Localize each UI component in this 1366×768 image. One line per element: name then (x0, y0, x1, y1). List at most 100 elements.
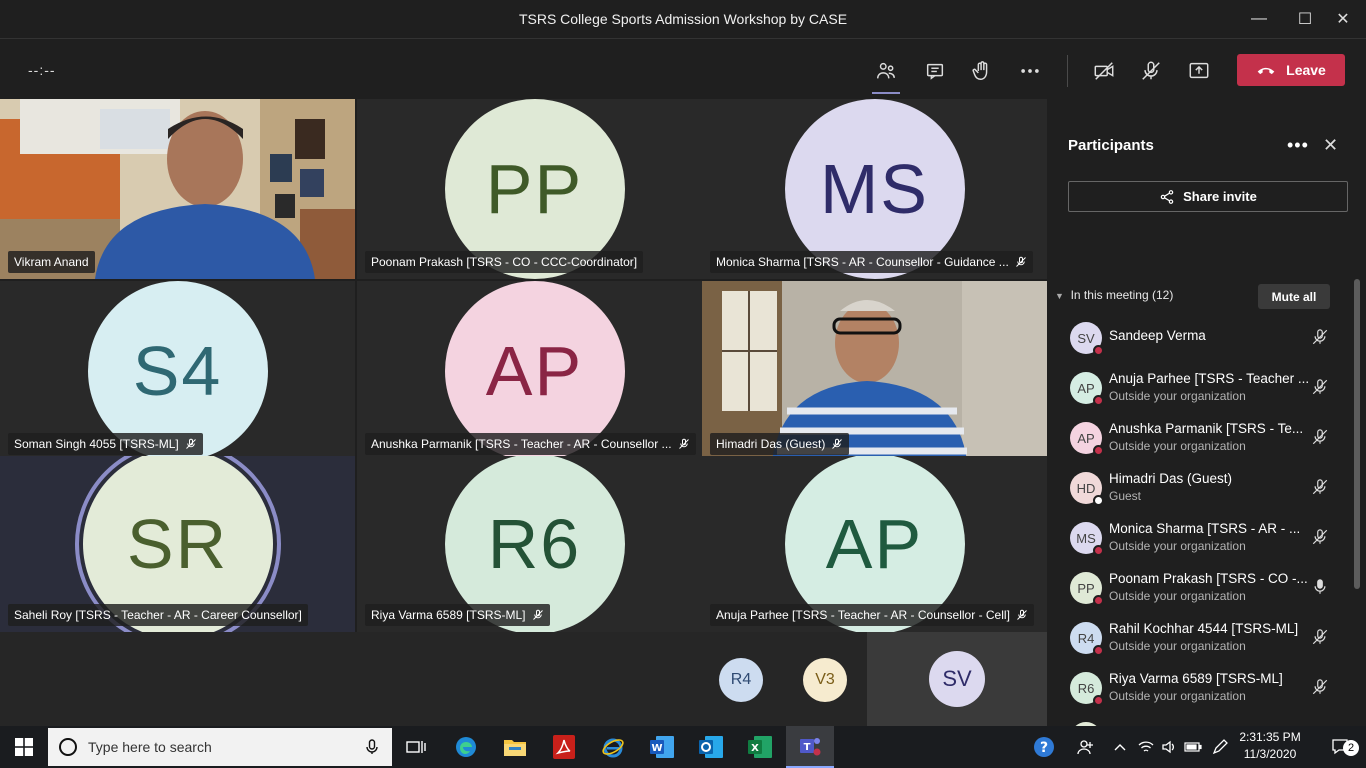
video-tile[interactable]: AP Anushka Parmanik [TSRS - Teacher - AR… (357, 281, 712, 461)
participant-name: Vikram Anand (14, 255, 89, 269)
video-tile[interactable]: S4 Soman Singh 4055 [TSRS-ML] (0, 281, 355, 461)
video-tile[interactable]: Vikram Anand (0, 99, 355, 279)
participant-item[interactable]: AP Anuja Parhee [TSRS - Teacher ... Outsid… (1047, 367, 1352, 417)
video-tile[interactable]: PP Poonam Prakash [TSRS - CO - CCC-Coord… (357, 99, 712, 279)
participant-name: Anuja Parhee [TSRS - Teacher - AR - Coun… (716, 608, 1010, 622)
mic-icon[interactable] (1311, 578, 1331, 598)
participant-item[interactable]: PP Poonam Prakash [TSRS - CO -... Outside … (1047, 567, 1352, 617)
video-tile[interactable]: MS Monica Sharma [TSRS - AR - Counsellor… (702, 99, 1047, 279)
chevron-up-icon[interactable] (1107, 726, 1133, 768)
edge-browser-icon[interactable] (442, 726, 490, 768)
participant-item[interactable]: MS Monica Sharma [TSRS - AR - ... Outside … (1047, 517, 1352, 567)
participant-name: Rahil Kochhar 4544 [TSRS-ML] (1109, 621, 1299, 636)
people-icon[interactable] (1062, 726, 1110, 768)
mic-off-icon[interactable] (1311, 378, 1331, 398)
mic-off-icon[interactable] (1311, 428, 1331, 448)
participant-name-tag: Anushka Parmanik [TSRS - Teacher - AR - … (365, 433, 696, 455)
participant-name: Monica Sharma [TSRS - AR - ... (1109, 521, 1301, 536)
participant-name: Sandeep Verma (1109, 328, 1206, 343)
leave-button[interactable]: Leave (1237, 54, 1345, 86)
mic-off-icon[interactable] (1311, 528, 1331, 548)
clock-time: 2:31:35 PM (1239, 730, 1301, 744)
participant-name-tag: Riya Varma 6589 [TSRS-ML] (365, 604, 550, 626)
video-tile[interactable]: AP Anuja Parhee [TSRS - Teacher - AR - C… (702, 456, 1047, 632)
internet-explorer-icon[interactable] (589, 726, 637, 768)
task-view-icon[interactable] (392, 726, 440, 768)
participant-org: Outside your organization (1109, 389, 1246, 403)
participant-name: Anushka Parmanik [TSRS - Teacher - AR - … (371, 437, 672, 451)
start-button[interactable] (0, 726, 48, 768)
word-icon[interactable]: W (638, 726, 686, 768)
share-screen-button[interactable] (1179, 51, 1219, 91)
excel-icon[interactable]: X (736, 726, 784, 768)
video-tile[interactable]: SR Saheli Roy [TSRS - Teacher - AR - Car… (0, 456, 355, 632)
participant-item[interactable]: HD Himadri Das (Guest) Guest (1047, 467, 1352, 517)
chat-icon (926, 63, 944, 80)
participant-initials: PP (1077, 580, 1095, 596)
raise-hand-button[interactable] (962, 51, 1002, 91)
show-participants-button[interactable] (866, 51, 906, 94)
mic-off-icon[interactable] (1311, 328, 1331, 348)
title-bar: TSRS College Sports Admission Workshop b… (0, 0, 1366, 38)
self-preview[interactable]: SV (867, 632, 1047, 726)
camera-toggle-button[interactable] (1084, 51, 1124, 91)
more-actions-button[interactable] (1010, 51, 1050, 91)
mic-toggle-button[interactable] (1131, 51, 1171, 91)
participant-initials: AP (1077, 380, 1095, 396)
participant-name-tag: Monica Sharma [TSRS - AR - Counsellor - … (710, 251, 1033, 273)
participant-name: Anushka Parmanik [TSRS - Te... (1109, 421, 1304, 436)
participant-avatar: R4 (1070, 622, 1104, 656)
show-conversation-button[interactable] (915, 51, 955, 91)
mic-off-icon[interactable] (1311, 628, 1331, 648)
participant-initials: SV (1077, 330, 1095, 346)
self-avatar: SV (929, 651, 985, 707)
meeting-timer: --:-- (28, 62, 56, 78)
file-explorer-icon[interactable] (491, 726, 539, 768)
participant-org: Outside your organization (1109, 639, 1246, 653)
pen-icon[interactable] (1206, 726, 1234, 768)
help-icon[interactable]: ? (1020, 726, 1068, 768)
participant-avatar: PP (1070, 572, 1104, 606)
outlook-icon[interactable] (687, 726, 735, 768)
presence-dot (1093, 695, 1104, 706)
taskbar-search-box[interactable]: Type here to search (48, 728, 392, 766)
participant-name: Saheli Roy [TSRS - Teacher - AR - Career… (14, 608, 302, 622)
people-icon (877, 62, 895, 79)
teams-icon[interactable]: T (786, 726, 834, 768)
window-title: TSRS College Sports Admission Workshop b… (518, 11, 848, 27)
minimize-button[interactable]: — (1236, 0, 1282, 38)
share-invite-button[interactable]: Share invite (1068, 181, 1348, 212)
volume-icon[interactable] (1156, 726, 1182, 768)
overflow-avatar[interactable]: R4 (719, 658, 763, 702)
participant-name-tag: Saheli Roy [TSRS - Teacher - AR - Career… (8, 604, 308, 626)
participant-name: Monica Sharma [TSRS - AR - Counsellor - … (716, 255, 1009, 269)
notification-center-icon[interactable]: 2 (1318, 726, 1366, 768)
video-tile[interactable]: R6 Riya Varma 6589 [TSRS-ML] (357, 456, 712, 632)
overflow-avatar[interactable]: V3 (803, 658, 847, 702)
battery-icon[interactable] (1180, 726, 1206, 768)
presence-dot (1093, 395, 1104, 406)
close-window-button[interactable]: ✕ (1320, 0, 1366, 38)
participant-item[interactable]: SV Sandeep Verma (1047, 317, 1352, 367)
participant-initials: R6 (1077, 680, 1095, 696)
video-tile[interactable]: Himadri Das (Guest) (702, 281, 1047, 461)
participant-org: Outside your organization (1109, 539, 1246, 553)
mute-all-button[interactable]: Mute all (1258, 284, 1330, 309)
participant-item[interactable]: AP Anushka Parmanik [TSRS - Te... Outside … (1047, 417, 1352, 467)
mic-off-icon[interactable] (1311, 478, 1331, 498)
participant-item[interactable]: R6 Riya Varma 6589 [TSRS-ML] Outside your … (1047, 667, 1352, 717)
presence-dot (1093, 445, 1104, 456)
svg-text:T: T (804, 742, 811, 753)
share-invite-label: Share invite (1183, 189, 1257, 204)
system-clock[interactable]: 2:31:35 PM 11/3/2020 (1238, 729, 1302, 763)
participant-item[interactable]: R4 Rahil Kochhar 4544 [TSRS-ML] Outside yo… (1047, 617, 1352, 667)
in-meeting-toggle[interactable]: ▼ In this meeting (12) (1055, 288, 1173, 302)
participant-initials: MS (1076, 530, 1096, 546)
panel-more-button[interactable]: ••• (1287, 135, 1309, 156)
panel-scrollbar[interactable] (1354, 279, 1360, 589)
panel-close-button[interactable]: ✕ (1323, 135, 1338, 156)
camera-off-icon (1094, 62, 1114, 80)
participant-org: Guest (1109, 489, 1142, 503)
acrobat-reader-icon[interactable] (540, 726, 588, 768)
mic-off-icon[interactable] (1311, 678, 1331, 698)
